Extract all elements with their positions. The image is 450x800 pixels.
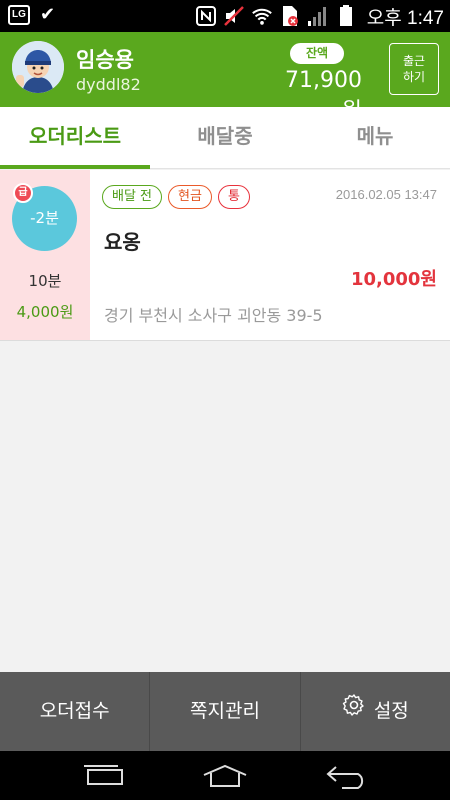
signal-icon bbox=[307, 5, 329, 27]
sim-error-icon bbox=[279, 5, 301, 27]
tab-bar: 오더리스트 배달중 메뉴 bbox=[0, 107, 450, 169]
message-manage-label: 쪽지관리 bbox=[190, 700, 260, 722]
clock-in-label-line1: 출근 bbox=[402, 54, 426, 68]
battery-icon bbox=[335, 5, 357, 27]
call-tag: 통 bbox=[217, 185, 250, 209]
recent-apps-icon[interactable] bbox=[79, 759, 129, 793]
tab-delivering[interactable]: 배달중 bbox=[150, 107, 300, 168]
settings-button[interactable]: 설정 bbox=[301, 672, 450, 751]
order-receive-label: 오더접수 bbox=[39, 700, 110, 722]
mute-icon bbox=[223, 5, 245, 27]
order-tags: 배달 전 현금 통 bbox=[102, 185, 250, 209]
lg-icon: LG bbox=[8, 5, 30, 25]
back-icon[interactable] bbox=[322, 759, 372, 793]
delivery-fee: 4,000원 bbox=[16, 303, 74, 321]
order-address: 경기 부천시 소사구 괴안동 39-5 bbox=[104, 306, 323, 325]
tab-menu[interactable]: 메뉴 bbox=[300, 107, 450, 168]
status-tag: 배달 전 bbox=[102, 185, 163, 209]
action-bar: 오더접수 쪽지관리 설정 bbox=[0, 672, 450, 751]
store-name: 요옹 bbox=[104, 230, 141, 254]
order-receive-button[interactable]: 오더접수 bbox=[0, 672, 151, 751]
message-manage-button[interactable]: 쪽지관리 bbox=[150, 672, 301, 751]
nfc-icon bbox=[195, 5, 217, 27]
app-header: 임승용 dyddl82 잔액 71,900원 출근 하기 bbox=[0, 32, 450, 124]
gear-icon bbox=[342, 672, 366, 751]
user-id: dyddl82 bbox=[76, 75, 141, 94]
order-item[interactable]: -2분 급 10분 4,000원 배달 전 현금 통 2016.02.05 13… bbox=[0, 170, 450, 341]
carrier-text: LG bbox=[12, 9, 26, 20]
clock-in-button[interactable]: 출근 하기 bbox=[389, 43, 439, 95]
balance-label: 잔액 bbox=[290, 43, 344, 64]
prep-time: 10분 bbox=[28, 272, 62, 290]
tab-order-list[interactable]: 오더리스트 bbox=[0, 107, 150, 169]
nav-bar bbox=[0, 751, 450, 800]
payment-tag: 현금 bbox=[168, 185, 212, 209]
order-time-panel: -2분 급 10분 4,000원 bbox=[0, 170, 90, 340]
user-name: 임승용 bbox=[76, 48, 134, 72]
home-icon[interactable] bbox=[200, 759, 250, 793]
clock-in-label-line2: 하기 bbox=[402, 70, 426, 84]
clock: 오후 1:47 bbox=[366, 7, 444, 29]
order-amount: 10,000원 bbox=[350, 269, 437, 290]
settings-label: 설정 bbox=[373, 700, 409, 722]
wifi-icon bbox=[251, 5, 273, 27]
avatar[interactable] bbox=[12, 41, 64, 93]
order-datetime: 2016.02.05 13:47 bbox=[335, 187, 437, 202]
status-bar: LG ✔ 오후 1:47 bbox=[0, 0, 450, 32]
check-icon: ✔ bbox=[40, 4, 56, 25]
urgent-badge: 급 bbox=[13, 183, 33, 203]
